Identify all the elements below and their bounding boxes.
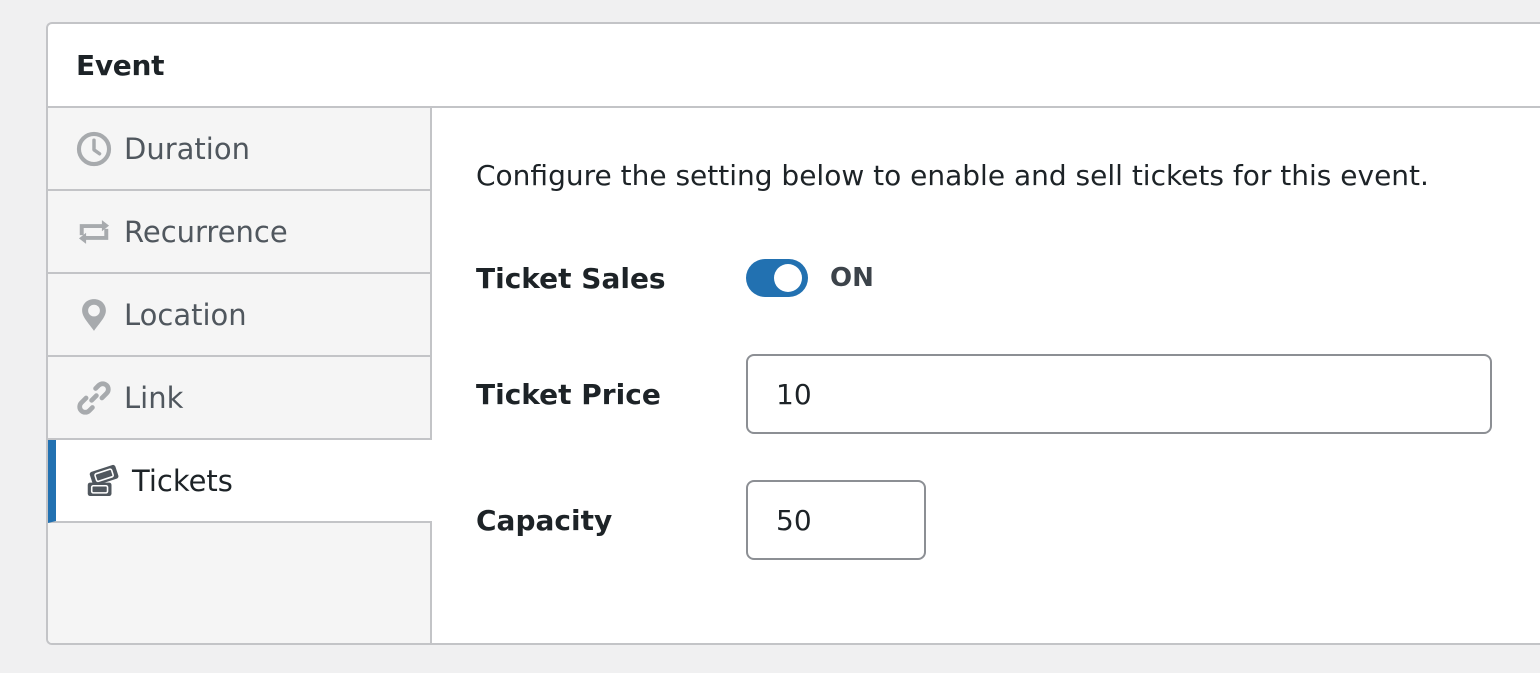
ticket-sales-toggle[interactable]	[746, 259, 808, 297]
ticket-price-row: Ticket Price	[476, 354, 1540, 434]
tickets-settings: Configure the setting below to enable an…	[432, 108, 1540, 643]
tab-list: Duration Recurrence Location Link Ticket…	[48, 108, 432, 643]
tab-tickets[interactable]: Tickets	[48, 440, 432, 523]
ticket-price-label: Ticket Price	[476, 377, 661, 411]
panel-body: Duration Recurrence Location Link Ticket…	[48, 108, 1540, 643]
toggle-knob	[774, 264, 802, 292]
tab-label: Recurrence	[124, 214, 288, 249]
tab-label: Tickets	[132, 463, 233, 498]
ticket-sales-label: Ticket Sales	[476, 261, 666, 295]
panel-title: Event	[76, 48, 165, 82]
capacity-input[interactable]	[746, 480, 926, 560]
link-icon	[74, 378, 114, 418]
tickets-icon	[82, 461, 122, 501]
panel-header: Event	[48, 24, 1540, 108]
ticket-sales-row: Ticket Sales ON	[476, 248, 1540, 308]
tab-label: Duration	[124, 131, 250, 166]
location-pin-icon	[74, 295, 114, 335]
clock-icon	[74, 129, 114, 169]
tab-recurrence[interactable]: Recurrence	[48, 191, 430, 274]
tab-link[interactable]: Link	[48, 357, 430, 440]
repeat-icon	[74, 212, 114, 252]
capacity-row: Capacity	[476, 480, 1540, 560]
tab-duration[interactable]: Duration	[48, 108, 430, 191]
tab-label: Location	[124, 297, 247, 332]
intro-text: Configure the setting below to enable an…	[476, 159, 1429, 192]
ticket-sales-state: ON	[830, 263, 874, 293]
tab-location[interactable]: Location	[48, 274, 430, 357]
ticket-price-input[interactable]	[746, 354, 1492, 434]
event-panel: Event Duration Recurrence Location Link …	[46, 22, 1540, 645]
tab-label: Link	[124, 380, 184, 415]
capacity-label: Capacity	[476, 503, 613, 537]
